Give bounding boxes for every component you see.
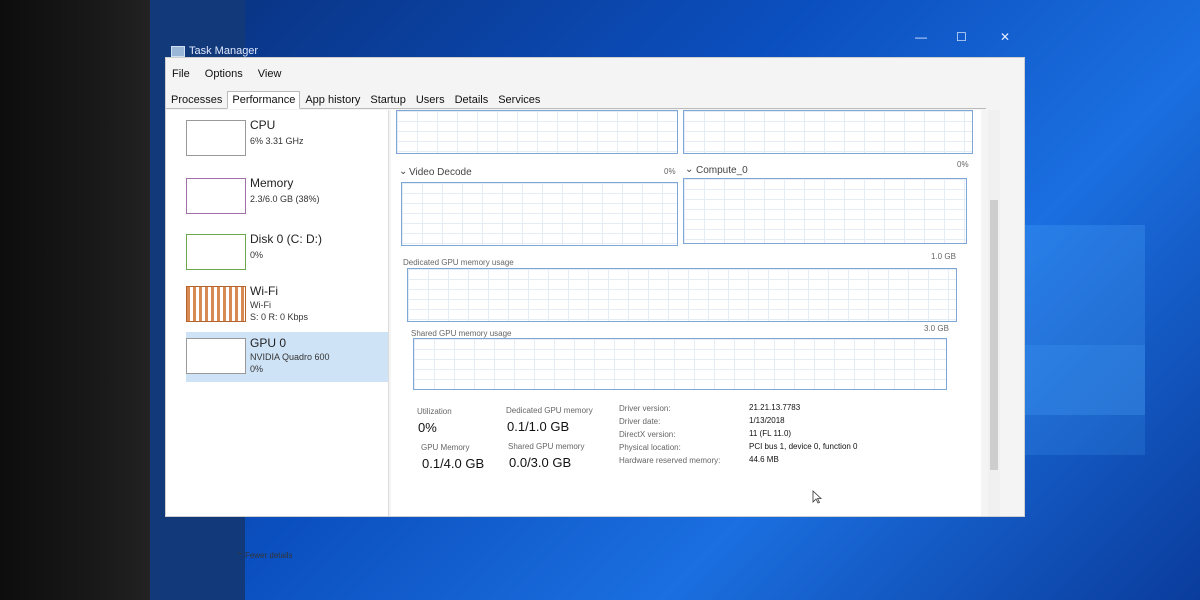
shared-memory-value: 0.0/3.0 GB	[509, 455, 572, 470]
minimize-icon[interactable]: —	[915, 30, 927, 44]
sidebar-item-value: Wi-Fi	[250, 300, 271, 310]
task-manager-window: File Options View Processes Performance Ap…	[165, 57, 1025, 560]
directx-version-value: 11 (FL 11.0)	[749, 429, 792, 438]
wifi-mini-graph	[186, 286, 246, 322]
cpu-mini-graph	[186, 120, 246, 156]
tab-strip: Processes Performance App history Startup Us…	[166, 90, 986, 109]
sidebar-item-value: 6% 3.31 GHz	[250, 136, 304, 146]
sidebar-item-value: 2.3/6.0 GB (38%)	[250, 194, 320, 204]
tab-startup[interactable]: Startup	[365, 91, 410, 109]
sidebar-item-label: Memory	[250, 176, 294, 190]
driver-date-label: Driver date:	[619, 417, 661, 426]
chevron-up-icon: ⌃	[236, 551, 243, 560]
sidebar-item-label: CPU	[250, 118, 276, 132]
sidebar-item-cpu[interactable]: CPU 6% 3.31 GHz	[186, 114, 388, 162]
dedicated-memory-label: Dedicated GPU memory	[506, 406, 593, 415]
utilization-label: Utilization	[417, 407, 452, 416]
sidebar-item-gpu[interactable]: GPU 0 NVIDIA Quadro 600 0%	[186, 332, 388, 382]
sidebar-item-memory[interactable]: Memory 2.3/6.0 GB (38%)	[186, 172, 388, 220]
menu-file[interactable]: File	[172, 68, 190, 80]
sidebar-item-label: GPU 0	[250, 336, 287, 350]
tab-users[interactable]: Users	[411, 91, 450, 109]
task-manager-icon	[171, 46, 185, 57]
engine-graph-top-left	[396, 110, 678, 154]
mouse-cursor-icon	[812, 490, 822, 504]
shared-memory-graph	[413, 338, 947, 390]
sidebar-item-wifi[interactable]: Wi-Fi Wi-Fi S: 0 R: 0 Kbps	[186, 280, 388, 332]
gpu-memory-value: 0.1/4.0 GB	[422, 456, 485, 471]
fewer-details-label: Fewer details	[244, 551, 293, 560]
driver-version-label: Driver version:	[619, 404, 671, 413]
close-icon[interactable]: ✕	[1000, 30, 1010, 44]
sidebar-item-value-2: S: 0 R: 0 Kbps	[250, 312, 309, 322]
shared-memory-label: Shared GPU memory	[508, 442, 585, 451]
compute-percent: 0%	[957, 160, 969, 169]
video-decode-chevron-icon[interactable]: ⌄	[399, 166, 407, 177]
sidebar-item-disk[interactable]: Disk 0 (C: D:) 0%	[186, 228, 388, 276]
compute-graph	[683, 178, 967, 244]
tab-services[interactable]: Services	[493, 91, 545, 109]
compute-chevron-icon[interactable]: ⌄	[685, 164, 693, 175]
dedicated-memory-graph	[407, 268, 957, 322]
dedicated-memory-graph-label: Dedicated GPU memory usage	[403, 258, 514, 267]
sidebar-item-label: Wi-Fi	[250, 284, 278, 298]
monitor-bezel	[0, 0, 150, 600]
video-decode-label[interactable]: Video Decode	[409, 167, 472, 178]
menu-options[interactable]: Options	[205, 68, 243, 80]
tab-performance[interactable]: Performance	[227, 91, 301, 109]
hardware-reserved-label: Hardware reserved memory:	[619, 456, 721, 465]
memory-mini-graph	[186, 178, 246, 214]
hardware-reserved-value: 44.6 MB	[749, 455, 779, 464]
vertical-scrollbar[interactable]	[988, 110, 1000, 516]
scrollbar-thumb[interactable]	[990, 200, 998, 470]
driver-date-value: 1/13/2018	[749, 416, 785, 425]
gpu-mini-graph	[186, 338, 246, 374]
tab-details[interactable]: Details	[450, 91, 494, 109]
maximize-icon[interactable]: ☐	[956, 30, 967, 44]
window-title: Task Manager	[189, 45, 259, 57]
sidebar-item-value-2: 0%	[250, 364, 264, 374]
shared-memory-graph-label: Shared GPU memory usage	[411, 329, 512, 338]
directx-version-label: DirectX version:	[619, 430, 676, 439]
physical-location-value: PCI bus 1, device 0, function 0	[749, 442, 858, 451]
utilization-value: 0%	[418, 420, 437, 435]
tab-processes[interactable]: Processes	[166, 91, 227, 109]
driver-version-value: 21.21.13.7783	[749, 403, 801, 412]
gpu-memory-label: GPU Memory	[421, 443, 470, 452]
video-decode-percent: 0%	[664, 167, 676, 176]
gpu-detail-pane: ⌄ Video Decode 0% ⌄ Compute_0 0% Dedicat…	[391, 110, 981, 516]
disk-mini-graph	[186, 234, 246, 270]
shared-memory-max: 3.0 GB	[924, 324, 949, 333]
sidebar-item-label: Disk 0 (C: D:)	[250, 232, 322, 246]
resource-list: CPU 6% 3.31 GHz Memory 2.3/6.0 GB (38%) …	[166, 110, 389, 560]
engine-graph-top-right	[683, 110, 973, 154]
sidebar-item-value: NVIDIA Quadro 600	[250, 352, 330, 362]
compute-label[interactable]: Compute_0	[696, 165, 748, 176]
tab-app-history[interactable]: App history	[300, 91, 365, 109]
dedicated-memory-max: 1.0 GB	[931, 252, 956, 261]
video-decode-graph	[401, 182, 678, 246]
menu-view[interactable]: View	[258, 68, 282, 80]
sidebar-item-value: 0%	[250, 250, 264, 260]
menu-bar: File Options View	[166, 68, 287, 84]
fewer-details-link[interactable]: ⌃ Fewer details	[236, 551, 293, 560]
dedicated-memory-value: 0.1/1.0 GB	[507, 419, 570, 434]
physical-location-label: Physical location:	[619, 443, 681, 452]
